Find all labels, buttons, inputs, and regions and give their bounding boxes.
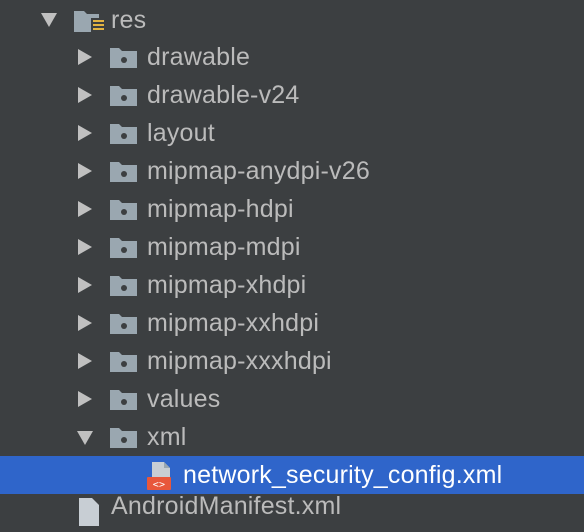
chevron-right-icon[interactable] — [78, 201, 92, 217]
chevron-down-icon[interactable] — [77, 431, 93, 445]
tree-item-label: mipmap-anydpi-v26 — [147, 156, 370, 185]
tree-item-folder[interactable]: mipmap-xxxhdpi — [0, 342, 584, 380]
svg-text:<>: <> — [153, 480, 165, 491]
tree-item-folder[interactable]: mipmap-xxhdpi — [0, 304, 584, 342]
tree-item-label: xml — [147, 422, 187, 451]
folder-icon — [110, 352, 137, 372]
tree-item-file[interactable]: AndroidManifest.xml — [0, 492, 584, 532]
folder-icon — [110, 428, 137, 448]
tree-item-label: values — [147, 384, 221, 413]
folder-icon — [110, 238, 137, 258]
tree-item-folder[interactable]: mipmap-anydpi-v26 — [0, 152, 584, 190]
tree-item-label: layout — [147, 118, 215, 147]
tree-item-label: mipmap-hdpi — [147, 194, 294, 223]
tree-item-folder[interactable]: mipmap-mdpi — [0, 228, 584, 266]
tree-item-label: res — [111, 5, 147, 34]
chevron-right-icon[interactable] — [78, 353, 92, 369]
tree-item-res[interactable]: res — [0, 1, 584, 39]
chevron-right-icon[interactable] — [78, 391, 92, 407]
tree-item-folder[interactable]: mipmap-xhdpi — [0, 266, 584, 304]
tree-item-file-selected[interactable]: <> network_security_config.xml — [0, 456, 584, 494]
folder-icon — [110, 86, 137, 106]
chevron-right-icon[interactable] — [78, 163, 92, 179]
tree-item-label: mipmap-xxxhdpi — [147, 346, 332, 375]
tree-item-folder[interactable]: values — [0, 380, 584, 418]
chevron-right-icon[interactable] — [78, 49, 92, 65]
tree-item-label: AndroidManifest.xml — [111, 492, 342, 520]
tree-item-folder[interactable]: layout — [0, 114, 584, 152]
chevron-right-icon[interactable] — [78, 239, 92, 255]
chevron-right-icon[interactable] — [78, 315, 92, 331]
folder-icon — [110, 48, 137, 68]
xml-file-icon: <> — [147, 462, 171, 491]
folder-icon — [110, 276, 137, 296]
chevron-right-icon[interactable] — [78, 277, 92, 293]
tree-item-label: drawable — [147, 42, 251, 71]
tree-item-label: mipmap-xhdpi — [147, 270, 307, 299]
chevron-right-icon[interactable] — [78, 87, 92, 103]
tree-item-label: drawable-v24 — [147, 80, 300, 109]
chevron-right-icon[interactable] — [78, 125, 92, 141]
folder-icon — [110, 124, 137, 144]
tree-item-folder[interactable]: drawable — [0, 38, 584, 76]
folder-icon — [110, 390, 137, 410]
folder-icon — [110, 162, 137, 182]
project-tree: res drawable drawable-v24 layout mipmap-… — [0, 0, 584, 526]
folder-icon — [110, 314, 137, 334]
manifest-file-icon — [79, 498, 99, 526]
tree-item-label: mipmap-xxhdpi — [147, 308, 320, 337]
tree-item-folder[interactable]: mipmap-hdpi — [0, 190, 584, 228]
res-folder-icon — [74, 11, 105, 33]
tree-item-folder[interactable]: drawable-v24 — [0, 76, 584, 114]
folder-icon — [110, 200, 137, 220]
tree-item-label: network_security_config.xml — [183, 460, 503, 489]
tree-item-label: mipmap-mdpi — [147, 232, 301, 261]
tree-item-folder-xml[interactable]: xml — [0, 418, 584, 456]
chevron-down-icon[interactable] — [41, 13, 57, 27]
